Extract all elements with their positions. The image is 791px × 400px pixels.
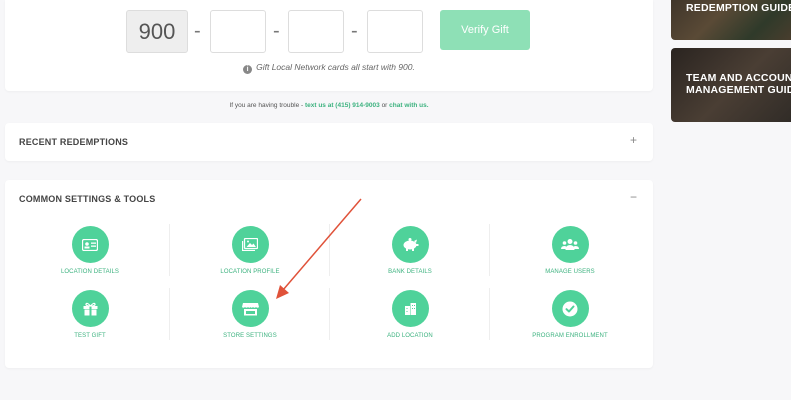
trouble-prefix: If you are having trouble - [229,102,305,109]
tool-label: LOCATION DETAILS [60,269,120,275]
piggy-bank-icon [391,226,429,263]
promo-title-line-1: TEAM AND ACCOUNT [686,72,791,84]
code-prefix-field: 900 [126,10,188,53]
promo-title-line-2: MANAGEMENT GUIDE [686,84,791,96]
id-card-icon [71,226,109,263]
tool-label: MANAGE USERS [545,269,595,275]
redemption-guide-card[interactable]: REDEMPTION GUIDE [671,0,791,40]
tool-label: PROGRAM ENROLLMENT [532,333,608,339]
team-account-guide-card[interactable]: TEAM AND ACCOUNT MANAGEMENT GUIDE [671,48,791,122]
common-settings-panel: COMMON SETTINGS & TOOLS − LOCATION DETAI… [5,180,653,368]
expand-toggle[interactable]: + [630,133,637,147]
store-icon [231,290,269,327]
code-segment-2-input[interactable] [288,10,344,53]
trouble-or: or [379,102,390,109]
recent-redemptions-title: RECENT REDEMPTIONS [19,137,129,147]
tool-label: LOCATION PROFILE [220,269,280,275]
gift-icon [71,290,109,327]
dash-separator: - [351,20,358,42]
code-segment-1-input[interactable] [210,10,266,53]
building-icon [391,290,429,327]
trouble-message: If you are having trouble - text us at (… [5,102,653,109]
tool-location-profile[interactable]: LOCATION PROFILE [170,226,330,275]
tool-label: BANK DETAILS [388,269,432,275]
tool-label: TEST GIFT [74,333,106,339]
dash-separator: - [194,20,201,42]
tool-store-settings[interactable]: STORE SETTINGS [170,290,330,339]
text-us-link[interactable]: text us at (415) 914-9003 [305,102,380,109]
image-icon [231,226,269,263]
tool-bank-details[interactable]: BANK DETAILS [330,226,490,275]
tool-test-gift[interactable]: TEST GIFT [10,290,170,339]
info-icon: i [243,65,253,74]
hint-text: i Gift Local Network cards all start with… [5,62,653,74]
tool-add-location[interactable]: ADD LOCATION [330,290,490,339]
verify-gift-card: 900 - - - Verify Gift i Gift Local Networ… [5,0,653,91]
hint-label: Gift Local Network cards all start with … [256,62,415,72]
collapse-toggle[interactable]: − [630,190,637,204]
tool-label: STORE SETTINGS [223,333,277,339]
common-settings-title: COMMON SETTINGS & TOOLS [19,194,156,204]
verify-gift-button[interactable]: Verify Gift [440,10,530,50]
chat-with-us-link[interactable]: chat with us. [389,102,428,109]
users-icon [551,226,589,263]
tool-program-enrollment[interactable]: PROGRAM ENROLLMENT [490,290,650,339]
promo-title: REDEMPTION GUIDE [686,2,791,14]
tool-location-details[interactable]: LOCATION DETAILS [10,226,170,275]
recent-redemptions-panel[interactable]: RECENT REDEMPTIONS + [5,123,653,161]
tool-label: ADD LOCATION [387,333,433,339]
check-circle-icon [551,290,589,327]
dash-separator: - [273,20,280,42]
code-segment-3-input[interactable] [367,10,423,53]
tool-manage-users[interactable]: MANAGE USERS [490,226,650,275]
